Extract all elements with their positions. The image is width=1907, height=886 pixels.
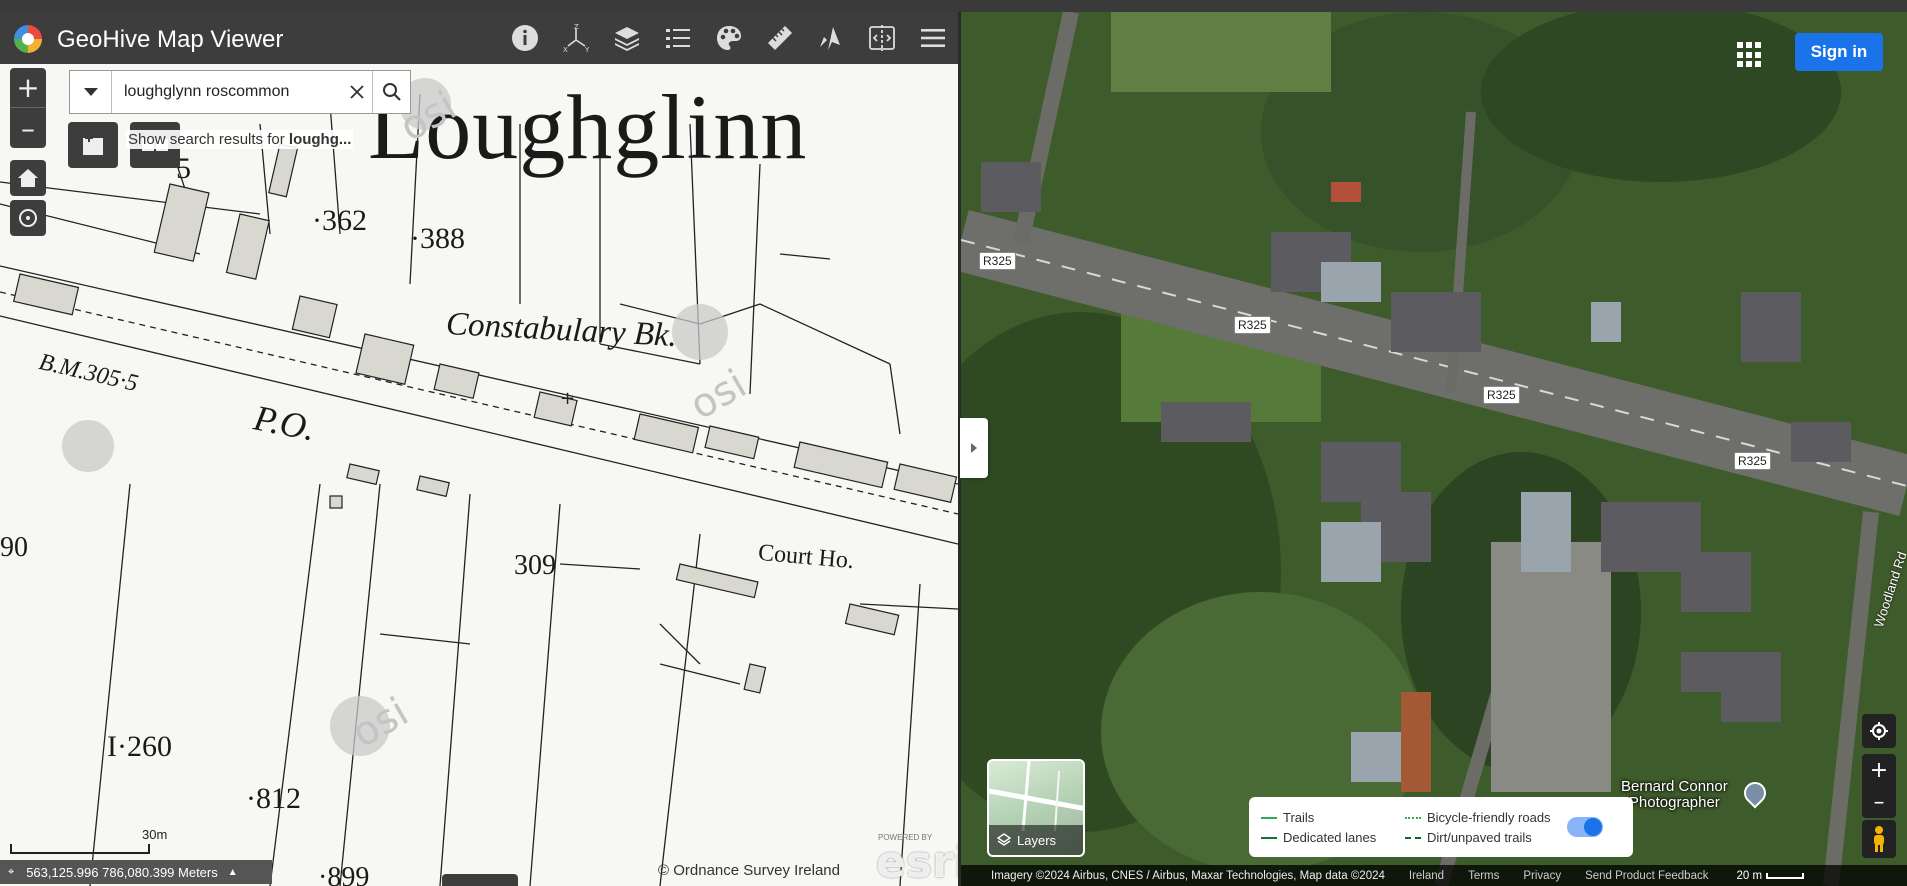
info-icon[interactable]	[499, 12, 550, 64]
crosshair-icon: ⌖	[8, 865, 15, 878]
place-name-line1: Bernard Connor	[1621, 778, 1728, 795]
search-icon	[382, 83, 401, 101]
bicycle-layer-toggle[interactable]	[1567, 817, 1603, 837]
place-name-line2: Photographer	[1628, 794, 1720, 811]
layers-thumbnail	[989, 761, 1083, 832]
window-top-strip	[0, 0, 1907, 12]
left-map-pane[interactable]: + Loughglinn Constabulary Bk. P.O. B.M.3…	[0, 12, 958, 886]
map-label-parcel-812: ·812	[246, 782, 301, 815]
layers-stack-icon[interactable]	[601, 12, 652, 64]
map-label-parcel-388: ·388	[410, 222, 465, 255]
coordinate-axes-icon[interactable]: Z X Y	[550, 12, 601, 64]
footer-scale[interactable]: 20 m	[1736, 869, 1805, 882]
search-suggestion[interactable]: Show search results for loughg...	[126, 130, 354, 149]
svg-text:Z: Z	[574, 23, 579, 31]
apps-grid-icon[interactable]	[1737, 42, 1763, 68]
footer-privacy-link[interactable]: Privacy	[1523, 870, 1561, 882]
swipe-compare-icon[interactable]	[856, 12, 907, 64]
search-input[interactable]	[112, 71, 342, 113]
app-title: GeoHive Map Viewer	[57, 26, 284, 53]
legend-item-bicycle: Bicycle-friendly roads	[1405, 810, 1551, 825]
bicycle-legend: Trails Dedicated lanes Bicycle-friendly …	[1249, 797, 1633, 857]
scale-label: 30m	[142, 827, 168, 842]
menu-icon[interactable]	[907, 12, 958, 64]
coordinate-readout[interactable]: ⌖ 563,125.996 786,080.399 Meters ▲	[0, 860, 272, 884]
road-label-r325: R325	[1483, 386, 1520, 404]
legend-item-dedicated: Dedicated lanes	[1261, 830, 1376, 845]
svg-text:Y: Y	[584, 46, 590, 53]
road-label-r325: R325	[979, 252, 1016, 270]
sign-in-button[interactable]: Sign in	[1795, 33, 1883, 71]
layers-button[interactable]: Layers	[987, 759, 1085, 857]
chevron-right-icon	[971, 443, 977, 453]
coordinate-value: 563,125.996 786,080.399 Meters	[26, 864, 218, 880]
road-label-r325: R325	[1734, 452, 1771, 470]
my-location-icon	[1870, 722, 1888, 740]
zoom-in-button[interactable]: +	[10, 68, 46, 108]
footer-scale-bar	[1766, 872, 1805, 879]
layers-label-text: Layers	[1017, 832, 1057, 848]
satellite-imagery[interactable]	[961, 12, 1907, 886]
map-label-parcel-90: 90	[0, 532, 28, 563]
suggestion-term: loughg...	[288, 131, 352, 148]
zoom-control-right: + –	[1862, 754, 1896, 818]
search-widget	[69, 70, 411, 114]
imagery-attribution: Imagery ©2024 Airbus, CNES / Airbus, Max…	[991, 869, 1385, 882]
zoom-control: + –	[10, 68, 46, 148]
bottom-panel-tab[interactable]	[442, 874, 518, 886]
esri-logo: esri	[876, 837, 958, 886]
street-view-pegman[interactable]	[1862, 820, 1896, 858]
zoom-in-button[interactable]: +	[1870, 754, 1888, 786]
footer-feedback-link[interactable]: Send Product Feedback	[1585, 870, 1708, 882]
search-clear-button[interactable]	[342, 71, 372, 113]
search-submit-button[interactable]	[372, 71, 410, 113]
svg-text:X: X	[563, 46, 568, 53]
chevron-down-icon	[83, 88, 98, 96]
footer-scale-label: 20 m	[1736, 869, 1763, 882]
suggestion-prefix: Show search results for	[128, 131, 289, 148]
legend-item-trails: Trails	[1261, 810, 1314, 825]
svg-text:+: +	[560, 388, 575, 409]
add-data-icon	[83, 134, 103, 155]
app-header: GeoHive Map Viewer Z X Y	[0, 12, 958, 64]
locate-icon	[19, 209, 37, 227]
toolbar: Z X Y	[499, 12, 958, 64]
add-data-button[interactable]	[68, 122, 118, 168]
scale-bar	[10, 844, 150, 854]
collapse-panel-button[interactable]	[960, 418, 988, 478]
my-location-button[interactable]	[1862, 714, 1896, 748]
layers-label: Layers	[989, 825, 1083, 855]
map-attribution: © Ordnance Survey Ireland	[658, 862, 840, 879]
map-label-parcel-1260: I·260	[107, 730, 172, 763]
locate-button[interactable]	[10, 200, 46, 236]
basemap-palette-icon[interactable]	[703, 12, 754, 64]
zoom-out-button[interactable]: –	[1874, 786, 1885, 818]
legend-item-dirt: Dirt/unpaved trails	[1405, 830, 1532, 845]
geohive-logo-icon	[14, 25, 42, 53]
place-label[interactable]: Bernard Connor Photographer	[1621, 779, 1728, 811]
measure-ruler-icon[interactable]	[754, 12, 805, 64]
close-icon	[350, 85, 364, 99]
layers-icon	[997, 833, 1011, 846]
map-label-parcel-899: ·899	[318, 862, 370, 886]
search-source-dropdown[interactable]	[70, 71, 112, 113]
chevron-up-icon: ▲	[227, 866, 238, 878]
map-label-parcel-309: 309	[514, 550, 556, 581]
map-footer: Imagery ©2024 Airbus, CNES / Airbus, Max…	[961, 865, 1907, 886]
footer-terms-link[interactable]: Terms	[1468, 870, 1499, 882]
home-button[interactable]	[10, 160, 46, 196]
select-draw-icon[interactable]	[805, 12, 856, 64]
road-label-r325: R325	[1234, 316, 1271, 334]
map-label-parcel-362: ·362	[312, 204, 367, 237]
legend-list-icon[interactable]	[652, 12, 703, 64]
pegman-icon	[1874, 826, 1884, 852]
right-map-pane[interactable]: R325 R325 R325 R325 Woodland Rd Sign in …	[961, 12, 1907, 886]
footer-country[interactable]: Ireland	[1409, 870, 1444, 882]
home-icon	[18, 169, 38, 187]
zoom-out-button[interactable]: –	[10, 108, 46, 148]
